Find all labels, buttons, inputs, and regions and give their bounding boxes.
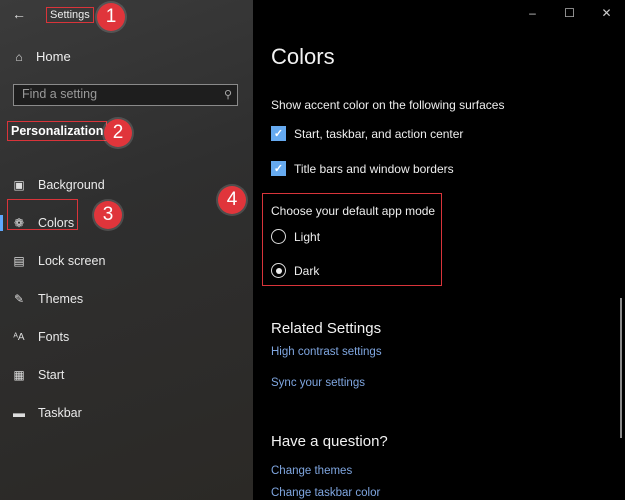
image-icon: ▣ xyxy=(13,178,25,192)
radio-unchecked-icon[interactable] xyxy=(271,229,286,244)
link-sync-settings[interactable]: Sync your settings xyxy=(271,377,365,389)
fonts-icon: ᴬA xyxy=(13,331,25,343)
page-title: Colors xyxy=(271,44,335,69)
radio-checked-icon[interactable] xyxy=(271,263,286,278)
close-button[interactable]: ✕ xyxy=(588,4,625,22)
link-change-themes[interactable]: Change themes xyxy=(271,465,352,477)
checkbox-title-bars[interactable]: ✓ Title bars and window borders xyxy=(271,161,454,176)
link-high-contrast[interactable]: High contrast settings xyxy=(271,346,382,358)
annotation-badge-3: 3 xyxy=(94,201,122,229)
search-input[interactable] xyxy=(14,85,220,103)
colors-highlight-box xyxy=(7,199,78,230)
sidebar-item-fonts[interactable]: ᴬA Fonts xyxy=(0,318,253,356)
scrollbar[interactable] xyxy=(620,298,622,438)
checkbox-label: Start, taskbar, and action center xyxy=(294,126,464,141)
checkmark-icon[interactable]: ✓ xyxy=(271,161,286,176)
search-icon[interactable]: ⚲ xyxy=(224,88,232,101)
checkmark-icon[interactable]: ✓ xyxy=(271,126,286,141)
annotation-badge-4: 4 xyxy=(218,186,246,214)
window-controls: – ☐ ✕ xyxy=(514,4,625,22)
radio-light[interactable]: Light xyxy=(271,229,320,244)
app-title: Settings xyxy=(46,7,94,23)
home-icon: ⌂ xyxy=(15,49,23,64)
annotation-badge-2: 2 xyxy=(104,119,132,147)
sidebar-item-taskbar[interactable]: ▬ Taskbar xyxy=(0,394,253,432)
radio-label: Dark xyxy=(294,263,320,278)
related-settings-heading: Related Settings xyxy=(271,320,382,337)
link-change-taskbar-color[interactable]: Change taskbar color xyxy=(271,487,380,499)
search-box[interactable]: ⚲ xyxy=(13,84,238,106)
nav-label: Fonts xyxy=(38,330,70,344)
start-icon: ▦ xyxy=(13,368,25,382)
sidebar-item-themes[interactable]: ✎ Themes xyxy=(0,280,253,318)
nav-label: Taskbar xyxy=(38,406,82,420)
back-arrow-icon[interactable]: ← xyxy=(12,6,28,22)
nav-label: Start xyxy=(38,368,65,382)
app-mode-title: Choose your default app mode xyxy=(271,204,436,218)
nav-label: Themes xyxy=(38,292,84,306)
maximize-button[interactable]: ☐ xyxy=(551,4,588,22)
section-heading: Personalization xyxy=(7,121,108,141)
sidebar: ← Settings 1 ⌂ Home ⚲ Personalization 2 … xyxy=(0,0,253,500)
checkbox-start-taskbar[interactable]: ✓ Start, taskbar, and action center xyxy=(271,126,463,141)
nav-label: Lock screen xyxy=(38,254,106,268)
minimize-button[interactable]: – xyxy=(514,4,551,22)
home-label: Home xyxy=(36,49,71,64)
question-heading: Have a question? xyxy=(271,433,388,450)
sidebar-item-lock-screen[interactable]: ▤ Lock screen xyxy=(0,242,253,280)
themes-icon: ✎ xyxy=(13,292,25,306)
sidebar-item-start[interactable]: ▦ Start xyxy=(0,356,253,394)
accent-heading: Show accent color on the following surfa… xyxy=(271,98,505,112)
checkbox-label: Title bars and window borders xyxy=(294,161,454,176)
annotation-badge-1: 1 xyxy=(97,3,125,31)
nav-label: Background xyxy=(38,178,105,192)
radio-label: Light xyxy=(294,229,321,244)
radio-dark[interactable]: Dark xyxy=(271,263,319,278)
main-content: – ☐ ✕ Colors Show accent color on the fo… xyxy=(253,0,625,500)
sidebar-item-home[interactable]: ⌂ Home xyxy=(12,49,71,64)
lock-screen-icon: ▤ xyxy=(13,254,25,268)
taskbar-icon: ▬ xyxy=(13,406,25,420)
